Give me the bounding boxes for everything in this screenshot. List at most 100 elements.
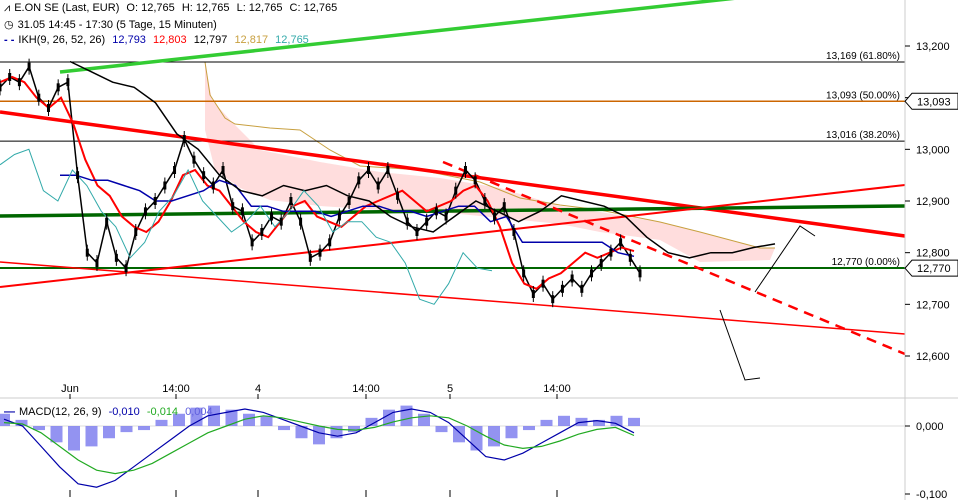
price-tick-label: 12,600 bbox=[916, 351, 950, 363]
ikh-name[interactable]: IKH(9, 26, 52, 26) bbox=[18, 34, 105, 46]
macd-histogram-bar bbox=[138, 426, 150, 431]
price-tick-label: 13,000 bbox=[916, 144, 950, 156]
macd-value-2: -0,014 bbox=[146, 406, 179, 418]
macd-histogram-bar bbox=[523, 426, 535, 431]
header-line-1: ⩘ E.ON SE (Last, EUR) O: 12,765 H: 12,765… bbox=[4, 2, 341, 15]
candle-body bbox=[8, 73, 12, 81]
candle-body bbox=[221, 166, 225, 174]
candle-body bbox=[531, 290, 535, 298]
candle-body bbox=[541, 279, 545, 288]
candle-body bbox=[396, 191, 400, 200]
candle-body bbox=[17, 78, 21, 87]
fib-level-label: 13,093 (50.00%) bbox=[826, 90, 900, 101]
candle-body bbox=[473, 176, 477, 185]
macd-histogram-bar bbox=[558, 415, 570, 426]
macd-histogram-bar bbox=[155, 419, 168, 426]
macd-histogram-bar bbox=[120, 426, 133, 433]
time-tick-label: 5 bbox=[447, 383, 453, 395]
candle-body bbox=[143, 207, 147, 216]
candle-body bbox=[522, 269, 526, 278]
macd-histogram-bar bbox=[628, 417, 640, 426]
time-tick-label: 4 bbox=[255, 383, 261, 395]
macd-histogram-bar bbox=[470, 426, 483, 451]
macd-histogram-bar bbox=[505, 426, 518, 439]
candle-body bbox=[202, 171, 206, 180]
ikh-legend-icon: - - bbox=[4, 34, 15, 46]
time-tick-label: Jun bbox=[61, 383, 79, 395]
price-tick-label: 12,900 bbox=[916, 196, 950, 208]
macd-line bbox=[3, 408, 635, 488]
candle-body bbox=[619, 238, 623, 247]
price-marker-label: 12,770 bbox=[917, 263, 951, 275]
candle-body bbox=[231, 202, 235, 211]
macd-value-3: 0,004 bbox=[185, 406, 213, 418]
candle-body bbox=[560, 284, 564, 293]
candle-body bbox=[114, 253, 118, 262]
candle-body bbox=[250, 238, 254, 247]
candle-body bbox=[153, 197, 157, 205]
candle-body bbox=[76, 171, 80, 180]
macd-histogram-bar bbox=[278, 426, 290, 431]
candle-body bbox=[173, 166, 177, 174]
candle-body bbox=[434, 207, 438, 216]
period-label: 31.05 14:45 - 17:30 (5 Tage, 15 Minuten) bbox=[17, 19, 217, 31]
candle-body bbox=[444, 212, 448, 221]
candle-body bbox=[599, 259, 603, 267]
candle-body bbox=[37, 93, 41, 102]
macd-histogram-bar bbox=[540, 419, 553, 426]
macd-histogram-bar bbox=[243, 413, 255, 426]
candle-body bbox=[134, 228, 138, 236]
candle-body bbox=[638, 269, 642, 278]
candle-body bbox=[0, 83, 2, 92]
fib-level-label: 13,169 (61.80%) bbox=[826, 51, 900, 62]
candle-body bbox=[512, 228, 516, 236]
candle-body bbox=[386, 166, 390, 174]
candle-body bbox=[590, 269, 594, 278]
macd-histogram-bar bbox=[488, 426, 500, 447]
macd-histogram-bar bbox=[103, 426, 115, 439]
candle-body bbox=[580, 284, 584, 293]
macd-tick-label: 0,000 bbox=[916, 421, 944, 433]
candle-body bbox=[270, 212, 274, 221]
macd-tick-label: -0,100 bbox=[916, 489, 947, 500]
time-tick-label: 14:00 bbox=[352, 383, 380, 395]
candle-body bbox=[56, 83, 60, 92]
candle-body bbox=[66, 78, 70, 87]
candle-body bbox=[308, 253, 312, 262]
instrument-icon: ⩘ bbox=[4, 2, 11, 14]
candle-body bbox=[357, 176, 361, 185]
candle-body bbox=[318, 248, 322, 257]
candle-body bbox=[95, 259, 99, 267]
macd-legend-icon: — bbox=[4, 406, 15, 418]
candle-body bbox=[609, 248, 613, 257]
macd-value-1: -0,010 bbox=[108, 406, 140, 418]
candle-body bbox=[628, 253, 632, 262]
macd-histogram-bar bbox=[85, 426, 98, 447]
candle-body bbox=[425, 217, 429, 226]
macd-name[interactable]: MACD(12, 26, 9) bbox=[19, 406, 102, 418]
axis-layer: 13,20013,10013,00012,90012,80012,70012,6… bbox=[0, 0, 958, 500]
open-value: O: 12,765 bbox=[126, 2, 175, 14]
macd-histogram-bar bbox=[435, 426, 448, 433]
candle-body bbox=[299, 217, 303, 226]
chart-canvas: 13,169 (61.80%) 13,093 (50.00%) 13,016 (38… bbox=[0, 0, 958, 500]
ikh-value-3: 12,797 bbox=[193, 34, 228, 46]
macd-histogram-bar bbox=[68, 426, 80, 451]
price-marker-label: 13,093 bbox=[917, 96, 951, 108]
candle-body bbox=[328, 238, 332, 247]
candle-body bbox=[347, 197, 351, 205]
header-line-3: - - IKH(9, 26, 52, 26) 12,793 12,803 12,7… bbox=[4, 34, 313, 46]
candle-body bbox=[260, 228, 264, 236]
candle-body bbox=[366, 166, 370, 174]
trendline-red-falling bbox=[0, 261, 906, 335]
candle-body bbox=[405, 217, 409, 226]
candle-body bbox=[85, 248, 89, 257]
candle-body bbox=[337, 212, 341, 221]
fib-level-label: 13,016 (38.20%) bbox=[826, 130, 900, 141]
candle-body bbox=[105, 217, 109, 226]
candle-body bbox=[454, 186, 458, 195]
price-tick-label: 12,700 bbox=[916, 299, 950, 311]
macd-histogram-bar bbox=[50, 426, 63, 443]
candle-body bbox=[46, 104, 50, 112]
clock-icon: ◷ bbox=[4, 19, 14, 31]
